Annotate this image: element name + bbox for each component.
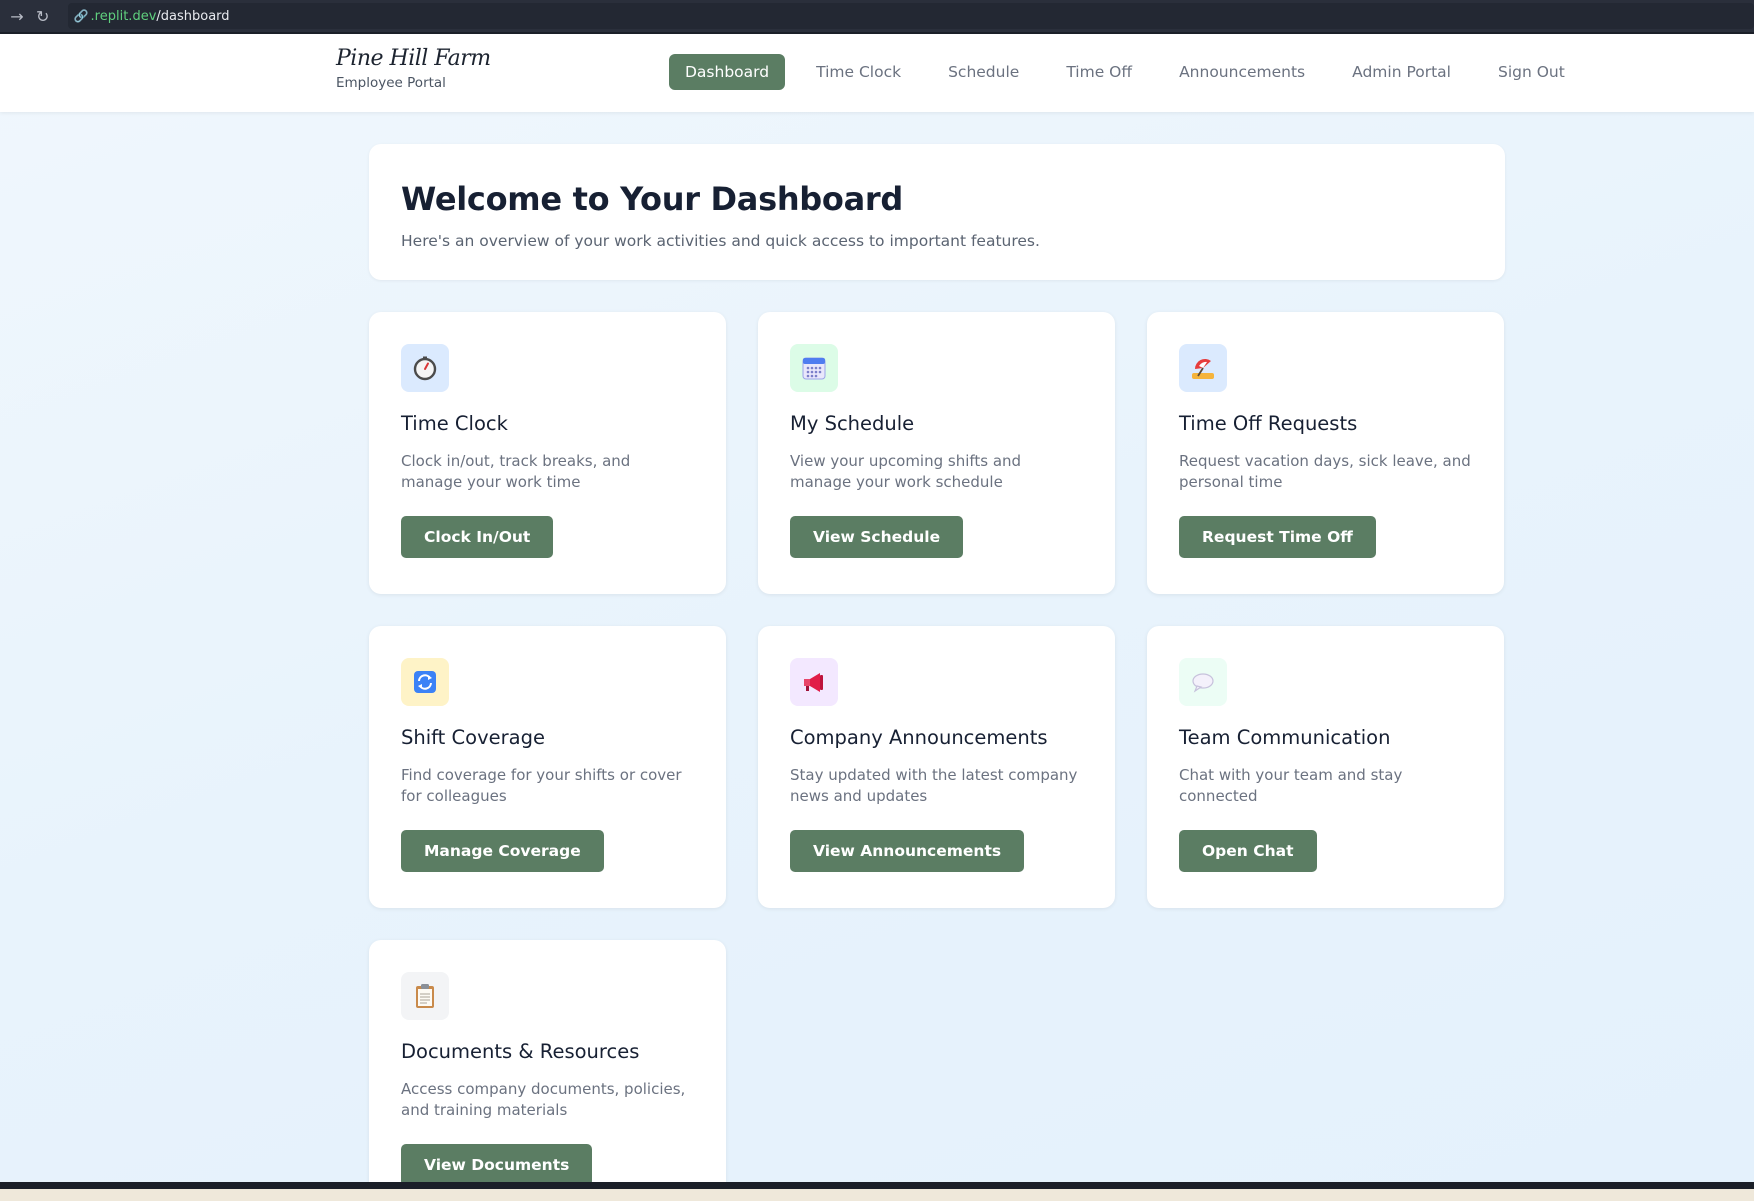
welcome-panel: Welcome to Your Dashboard Here's an over… [369, 144, 1505, 280]
address-bar[interactable]: 🔗 .replit.dev /dashboard [67, 3, 1754, 29]
url-path: /dashboard [156, 8, 230, 24]
megaphone-icon [790, 658, 838, 706]
card-time-off-requests: Time Off Requests Request vacation days,… [1147, 312, 1504, 594]
page-subtitle: Here's an overview of your work activiti… [401, 232, 1040, 250]
feature-grid: Time Clock Clock in/out, track breaks, a… [369, 312, 1505, 1182]
speech-bubble-icon [1179, 658, 1227, 706]
brand-logo: Pine Hill Farm [336, 46, 491, 71]
card-title: Time Off Requests [1179, 412, 1358, 435]
card-description: Request vacation days, sick leave, and p… [1179, 452, 1471, 491]
card-title: Company Announcements [790, 726, 1048, 749]
app-viewport: Pine Hill Farm Employee Portal Dashboard… [0, 34, 1754, 1182]
card-title: Team Communication [1179, 726, 1391, 749]
page-title: Welcome to Your Dashboard [401, 180, 903, 218]
nav-admin-portal[interactable]: Admin Portal [1336, 54, 1467, 90]
card-title: Time Clock [401, 412, 508, 435]
brand[interactable]: Pine Hill Farm Employee Portal [336, 46, 491, 91]
card-title: My Schedule [790, 412, 915, 435]
clock-in-out-button[interactable]: Clock In/Out [401, 516, 554, 558]
card-description: Find coverage for your shifts or cover f… [401, 766, 682, 805]
request-time-off-button[interactable]: Request Time Off [1179, 516, 1376, 558]
clipboard-icon [401, 972, 449, 1020]
back-arrow-icon[interactable]: → [4, 7, 30, 26]
card-team-communication: Team Communication Chat with your team a… [1147, 626, 1504, 908]
calendar-icon [790, 344, 838, 392]
link-icon: 🔗 [73, 9, 89, 23]
card-title: Shift Coverage [401, 726, 545, 749]
card-description: View your upcoming shifts and manage you… [790, 452, 1022, 491]
nav-announcements[interactable]: Announcements [1163, 54, 1321, 90]
card-time-clock: Time Clock Clock in/out, track breaks, a… [369, 312, 726, 594]
card-description: Chat with your team and stay connected [1179, 766, 1403, 805]
nav-time-clock[interactable]: Time Clock [800, 54, 917, 90]
url-host: .replit.dev [90, 8, 157, 24]
browser-toolbar: → ↻ 🔗 .replit.dev /dashboard [0, 0, 1754, 34]
card-shift-coverage: Shift Coverage Find coverage for your sh… [369, 626, 726, 908]
nav-time-off[interactable]: Time Off [1050, 54, 1148, 90]
view-documents-button[interactable]: View Documents [401, 1144, 593, 1182]
main-nav: Dashboard Time Clock Schedule Time Off A… [669, 54, 1596, 90]
view-announcements-button[interactable]: View Announcements [790, 830, 1025, 872]
stopwatch-icon [401, 344, 449, 392]
nav-schedule[interactable]: Schedule [932, 54, 1035, 90]
manage-coverage-button[interactable]: Manage Coverage [401, 830, 604, 872]
card-description: Access company documents, policies, and … [401, 1080, 686, 1119]
main-content: Welcome to Your Dashboard Here's an over… [369, 144, 1505, 1182]
brand-subtitle: Employee Portal [336, 75, 446, 91]
card-description: Stay updated with the latest company new… [790, 766, 1078, 805]
os-taskbar [0, 1182, 1754, 1201]
open-chat-button[interactable]: Open Chat [1179, 830, 1317, 872]
card-my-schedule: My Schedule View your upcoming shifts an… [758, 312, 1115, 594]
card-description: Clock in/out, track breaks, and manage y… [401, 452, 631, 491]
card-documents-resources: Documents & Resources Access company doc… [369, 940, 726, 1182]
site-header: Pine Hill Farm Employee Portal Dashboard… [0, 34, 1754, 112]
view-schedule-button[interactable]: View Schedule [790, 516, 964, 558]
card-title: Documents & Resources [401, 1040, 640, 1063]
reload-icon[interactable]: ↻ [30, 7, 56, 26]
swap-arrows-icon [401, 658, 449, 706]
card-company-announcements: Company Announcements Stay updated with … [758, 626, 1115, 908]
nav-dashboard[interactable]: Dashboard [669, 54, 786, 90]
nav-sign-out[interactable]: Sign Out [1482, 54, 1581, 90]
beach-umbrella-icon [1179, 344, 1227, 392]
